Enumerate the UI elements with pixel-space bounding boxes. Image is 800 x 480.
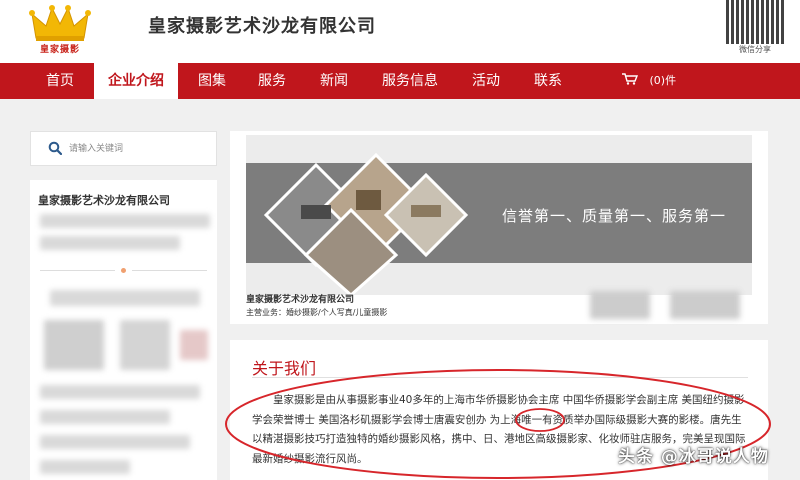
blurred-content (670, 291, 740, 319)
nav-item-contact[interactable]: 联系 (522, 63, 574, 99)
blurred-content (50, 290, 200, 306)
company-banner: 信誉第一、质量第一、服务第一 皇家摄影艺术沙龙有限公司 主营业务：婚纱摄影/个人… (230, 131, 768, 324)
blurred-content (40, 435, 190, 449)
blurred-content (40, 410, 170, 424)
blurred-content (40, 236, 180, 250)
cart-count: (0)件 (649, 74, 677, 87)
blurred-image (44, 320, 104, 370)
nav-item-events[interactable]: 活动 (460, 63, 512, 99)
page-title: 皇家摄影艺术沙龙有限公司 (148, 16, 376, 37)
search-input[interactable] (69, 140, 209, 158)
search-box (30, 131, 217, 166)
sidebar-company-name: 皇家摄影艺术沙龙有限公司 (38, 194, 170, 207)
nav-item-home[interactable]: 首页 (30, 63, 90, 99)
crown-icon (29, 5, 91, 41)
nav-item-company-intro[interactable]: 企业介绍 (94, 63, 178, 99)
main-nav: 首页 企业介绍 图集 服务 新闻 服务信息 活动 联系 (0)件 (0, 63, 800, 99)
blurred-image (120, 320, 170, 370)
blurred-content (40, 385, 200, 399)
blurred-content (590, 291, 650, 319)
site-header: 皇家摄影 皇家摄影艺术沙龙有限公司 微信分享 (0, 0, 800, 63)
about-divider (252, 377, 748, 378)
cart-link[interactable]: (0)件 (622, 63, 676, 99)
divider-dot (121, 268, 126, 273)
section-divider (30, 267, 217, 275)
business-label: 主营业务： (246, 308, 286, 317)
banner-business: 主营业务：婚纱摄影/个人写真/儿童摄影 (246, 307, 387, 318)
about-title: 关于我们 (252, 359, 317, 378)
blurred-image (180, 330, 208, 360)
nav-item-services[interactable]: 服务 (246, 63, 298, 99)
banner-slogan: 信誉第一、质量第一、服务第一 (502, 207, 727, 225)
logo-text: 皇家摄影 (39, 45, 80, 55)
company-sidebar: 皇家摄影艺术沙龙有限公司 (30, 180, 217, 480)
interior-photos (263, 152, 469, 295)
search-icon[interactable] (48, 141, 62, 155)
banner-company-name: 皇家摄影艺术沙龙有限公司 (246, 295, 355, 305)
qr-label: 微信分享 (739, 45, 771, 54)
blurred-content (40, 460, 130, 474)
blurred-content (40, 214, 210, 228)
crown-logo[interactable]: 皇家摄影 (28, 4, 92, 58)
nav-item-news[interactable]: 新闻 (308, 63, 360, 99)
qr-code[interactable] (726, 0, 784, 44)
banner-image[interactable]: 信誉第一、质量第一、服务第一 (246, 135, 752, 295)
business-value: 婚纱摄影/个人写真/儿童摄影 (286, 308, 388, 317)
nav-item-gallery[interactable]: 图集 (186, 63, 238, 99)
watermark: 头条 @冰哥说人物 (618, 447, 769, 467)
nav-item-service-info[interactable]: 服务信息 (374, 63, 446, 99)
cart-icon (622, 73, 639, 85)
